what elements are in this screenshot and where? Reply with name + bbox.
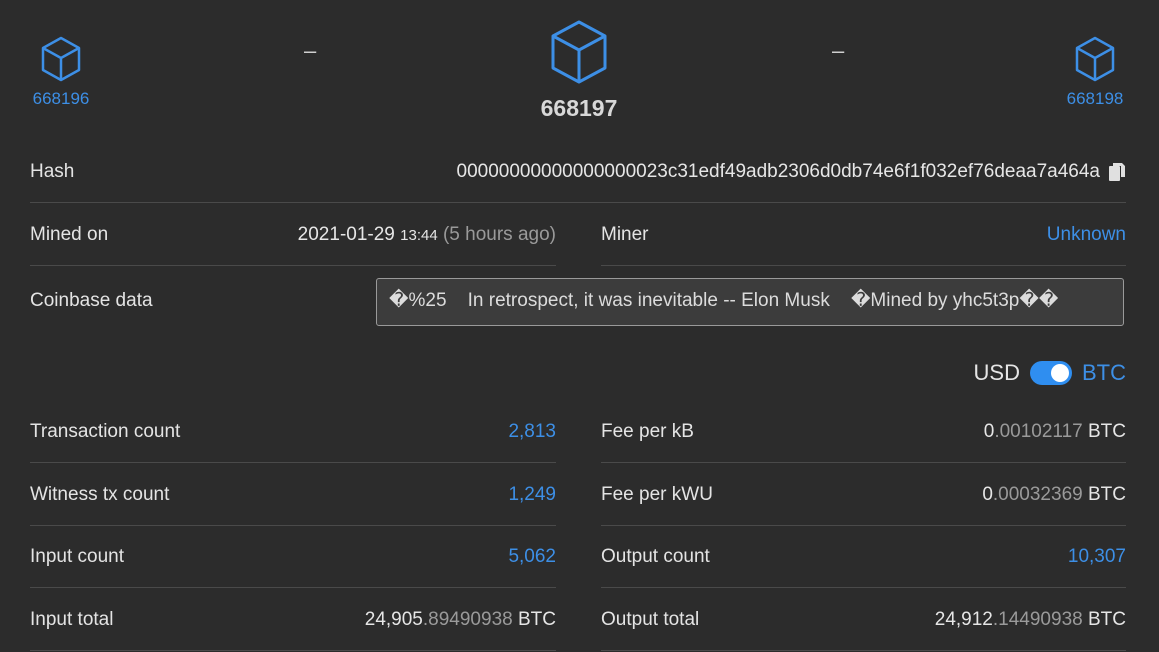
- output-total-row: Output total 24,912.14490938 BTC: [601, 589, 1126, 651]
- stat-label: Transaction count: [30, 420, 181, 442]
- miner-label: Miner: [601, 223, 649, 245]
- mined-on-label: Mined on: [30, 223, 109, 245]
- input-total-row: Input total 24,905.89490938 BTC: [30, 589, 556, 651]
- stat-label: Input count: [30, 545, 125, 567]
- coinbase-row: Coinbase data �%25 In retrospect, it was…: [30, 270, 1126, 332]
- coinbase-label: Coinbase data: [30, 290, 153, 311]
- block-navigation: 668196 – 668197 – 668198: [0, 0, 1159, 130]
- transaction-count-value[interactable]: 2,813: [508, 421, 556, 443]
- amount-unit: BTC: [1082, 483, 1126, 505]
- mined-on-row: Mined on 2021-01-29 13:44 (5 hours ago): [30, 204, 556, 266]
- amount-dec: .00102117: [994, 420, 1083, 442]
- miner-row: Miner Unknown: [601, 204, 1126, 266]
- hash-value-wrap: 00000000000000000023c31edf49adb2306d0db7…: [457, 161, 1127, 183]
- currency-toggle-row: USD BTC: [974, 360, 1126, 386]
- coinbase-textarea[interactable]: �%25 In retrospect, it was inevitable --…: [376, 278, 1124, 326]
- stat-label: Fee per kWU: [601, 483, 713, 505]
- separator-left: –: [304, 38, 317, 63]
- amount-dec: .00032369: [992, 483, 1083, 505]
- stat-label: Output count: [601, 545, 710, 567]
- amount-dec: .14490938: [992, 608, 1083, 630]
- mined-on-value: 2021-01-29 13:44 (5 hours ago): [298, 224, 556, 246]
- amount-int: 0: [983, 420, 995, 442]
- next-block-link[interactable]: 668198: [1063, 36, 1127, 109]
- currency-toggle[interactable]: [1030, 361, 1072, 385]
- stat-label: Witness tx count: [30, 483, 170, 505]
- input-total-value: 24,905.89490938 BTC: [365, 609, 556, 631]
- prev-block-link[interactable]: 668196: [30, 36, 92, 109]
- stat-label: Input total: [30, 608, 114, 630]
- mined-relative: (5 hours ago): [442, 223, 556, 245]
- output-count-row: Output count 10,307: [601, 526, 1126, 588]
- witness-tx-count-row: Witness tx count 1,249: [30, 464, 556, 526]
- cube-icon: [551, 20, 607, 84]
- amount-dec: .89490938: [422, 608, 513, 630]
- next-block-number[interactable]: 668198: [1063, 89, 1127, 109]
- mined-date: 2021-01-29: [297, 223, 395, 245]
- amount-unit: BTC: [512, 608, 556, 630]
- output-count-value[interactable]: 10,307: [1068, 546, 1126, 568]
- copy-icon[interactable]: [1108, 162, 1126, 182]
- input-count-row: Input count 5,062: [30, 526, 556, 588]
- hash-value: 00000000000000000023c31edf49adb2306d0db7…: [456, 160, 1101, 182]
- input-count-value[interactable]: 5,062: [508, 546, 556, 568]
- currency-usd-label: USD: [973, 360, 1020, 385]
- amount-unit: BTC: [1082, 608, 1126, 630]
- fee-per-kwu-row: Fee per kWU 0.00032369 BTC: [601, 464, 1126, 526]
- stat-label: Output total: [601, 608, 700, 630]
- mined-time: 13:44: [400, 226, 438, 244]
- amount-int: 24,905: [364, 608, 423, 630]
- current-block: 668197: [530, 20, 628, 122]
- separator-right: –: [832, 38, 845, 63]
- fee-per-kb-row: Fee per kB 0.00102117 BTC: [601, 401, 1126, 463]
- hash-label: Hash: [30, 160, 75, 182]
- cube-icon: [41, 36, 81, 82]
- prev-block-number[interactable]: 668196: [30, 89, 92, 109]
- toggle-knob: [1051, 364, 1069, 382]
- stat-label: Fee per kB: [601, 420, 694, 442]
- amount-int: 24,912: [934, 608, 993, 630]
- cube-icon: [1075, 36, 1115, 82]
- fee-per-kwu-value: 0.00032369 BTC: [982, 484, 1126, 506]
- hash-row: Hash 00000000000000000023c31edf49adb2306…: [30, 141, 1126, 203]
- transaction-count-row: Transaction count 2,813: [30, 401, 556, 463]
- fee-per-kb-value: 0.00102117 BTC: [984, 421, 1126, 443]
- amount-unit: BTC: [1082, 420, 1126, 442]
- amount-int: 0: [982, 483, 993, 505]
- current-block-number: 668197: [540, 95, 618, 121]
- witness-tx-count-value[interactable]: 1,249: [508, 484, 556, 506]
- currency-btc-label: BTC: [1082, 360, 1126, 385]
- output-total-value: 24,912.14490938 BTC: [935, 609, 1126, 631]
- miner-value[interactable]: Unknown: [1047, 224, 1126, 246]
